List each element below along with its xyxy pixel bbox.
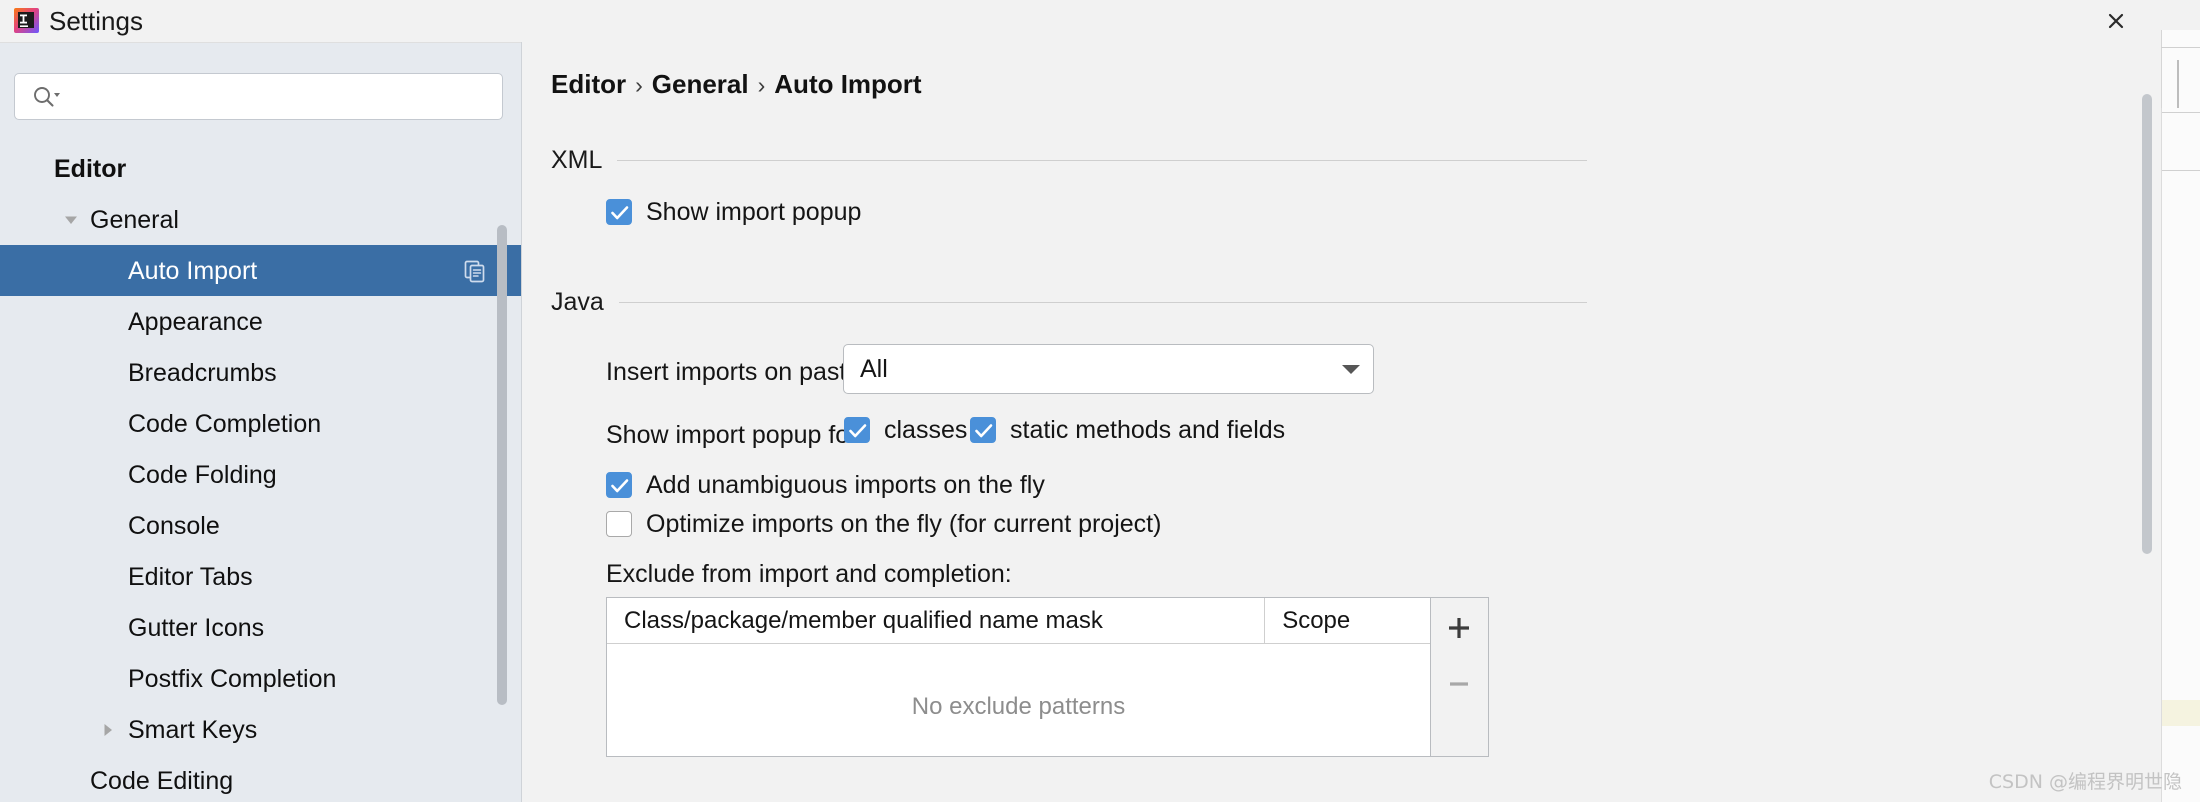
add-exclude-pattern-button[interactable]: [1431, 600, 1487, 656]
section-xml: XML: [551, 145, 1587, 175]
sidebar-item-code-completion[interactable]: Code Completion: [0, 398, 521, 449]
sidebar-item-label: Code Completion: [128, 409, 322, 438]
sidebar-item-label: Gutter Icons: [128, 613, 265, 642]
insert-imports-dropdown[interactable]: All: [843, 344, 1374, 394]
column-header-scope[interactable]: Scope: [1265, 598, 1430, 643]
background-editor-rule: [2161, 170, 2200, 171]
exclude-table-empty-text: No exclude patterns: [911, 693, 1126, 720]
remove-exclude-pattern-button[interactable]: [1431, 656, 1487, 712]
sidebar-item-code-folding[interactable]: Code Folding: [0, 449, 521, 500]
background-editor-caret: [2177, 60, 2179, 108]
breadcrumb-part[interactable]: General: [652, 69, 749, 99]
sidebar-item-label: Code Folding: [128, 460, 277, 489]
page-root: Settings Editor General Auto Import Appe…: [0, 0, 2200, 802]
checkbox-box: [606, 511, 632, 537]
sidebar-item-auto-import[interactable]: Auto Import: [0, 245, 521, 296]
sidebar-item-label: Editor Tabs: [128, 562, 253, 591]
sidebar-scrollbar-thumb[interactable]: [497, 225, 507, 705]
title-bar: Settings: [0, 0, 2161, 42]
checkbox-xml-show-import-popup[interactable]: Show import popup: [606, 197, 861, 227]
checkbox-box: [606, 472, 632, 498]
sidebar-item-code-editing[interactable]: Code Editing: [0, 755, 521, 802]
checkbox-box: [844, 417, 870, 443]
sidebar-item-label: General: [90, 205, 179, 234]
exclude-table-body: No exclude patterns: [607, 644, 1430, 756]
breadcrumb-separator: ›: [635, 72, 643, 98]
sidebar-item-label: Console: [128, 511, 220, 540]
sidebar-item-label: Smart Keys: [128, 715, 258, 744]
sidebar-item-editor-tabs[interactable]: Editor Tabs: [0, 551, 521, 602]
checkbox-label: static methods and fields: [1010, 416, 1286, 444]
breadcrumb-part[interactable]: Editor: [551, 69, 626, 99]
settings-tree: Editor General Auto Import Appearance Breadc…: [0, 143, 521, 802]
settings-sidebar: Editor General Auto Import Appearance Breadc…: [0, 42, 521, 802]
insert-imports-value: All: [860, 355, 888, 383]
label-insert-imports-on-paste: Insert imports on paste:: [606, 358, 868, 386]
breadcrumb: Editor › General › Auto Import: [551, 68, 922, 101]
settings-dialog: Settings Editor General Auto Import Appe…: [0, 0, 2161, 802]
sidebar-item-label: Auto Import: [128, 256, 258, 285]
sidebar-item-breadcrumbs[interactable]: Breadcrumbs: [0, 347, 521, 398]
sidebar-item-general[interactable]: General: [0, 194, 521, 245]
section-java-title: Java: [551, 288, 604, 316]
checkbox-add-unambiguous-imports[interactable]: Add unambiguous imports on the fly: [606, 470, 1045, 500]
checkbox-classes[interactable]: classes: [844, 415, 967, 445]
search-icon: [32, 85, 62, 109]
section-rule: [618, 301, 1587, 303]
section-java: Java: [551, 287, 1587, 317]
checkbox-box: [606, 199, 632, 225]
sidebar-item-label: Appearance: [128, 307, 263, 336]
checkbox-label: Add unambiguous imports on the fly: [646, 471, 1045, 499]
sidebar-item-label: Breadcrumbs: [128, 358, 277, 387]
breadcrumb-part[interactable]: Auto Import: [774, 69, 921, 99]
sidebar-item-label: Postfix Completion: [128, 664, 337, 693]
sidebar-item-smart-keys[interactable]: Smart Keys: [0, 704, 521, 755]
breadcrumb-separator: ›: [757, 72, 766, 98]
sidebar-item-gutter-icons[interactable]: Gutter Icons: [0, 602, 521, 653]
copy-icon[interactable]: [462, 258, 488, 284]
window-title: Settings: [49, 6, 143, 36]
search-box[interactable]: [14, 73, 503, 120]
checkbox-label: Optimize imports on the fly (for current…: [646, 510, 1162, 538]
checkbox-static-methods-and-fields[interactable]: static methods and fields: [970, 415, 1285, 445]
label-show-import-popup-for: Show import popup for:: [606, 421, 865, 449]
exclude-table: Class/package/member qualified name mask…: [606, 597, 1431, 757]
settings-content: Editor › General › Auto Import XML Show impo…: [522, 42, 2161, 802]
content-scrollbar[interactable]: [2142, 94, 2152, 554]
intellij-idea-logo-icon: [14, 8, 39, 33]
checkbox-label: classes: [884, 416, 968, 444]
sidebar-item-postfix-completion[interactable]: Postfix Completion: [0, 653, 521, 704]
sidebar-item-label: Code Editing: [90, 766, 234, 795]
chevron-down-icon: [1329, 362, 1373, 376]
checkbox-label: Show import popup: [646, 198, 862, 226]
chevron-down-icon[interactable]: [58, 207, 84, 233]
search-input[interactable]: [67, 75, 497, 118]
watermark: CSDN @编程界明世隐: [1988, 771, 2182, 793]
sidebar-item-appearance[interactable]: Appearance: [0, 296, 521, 347]
chevron-right-icon[interactable]: [95, 717, 121, 743]
sidebar-item-label: Editor: [54, 154, 127, 183]
sidebar-item-console[interactable]: Console: [0, 500, 521, 551]
background-editor-highlight: [2162, 700, 2200, 726]
close-icon[interactable]: [2099, 5, 2133, 37]
checkbox-optimize-imports[interactable]: Optimize imports on the fly (for current…: [606, 509, 1161, 539]
exclude-table-toolbar: [1431, 597, 1489, 757]
background-editor-rule: [2161, 112, 2200, 113]
section-rule: [617, 159, 1587, 161]
background-editor-area: [2161, 0, 2200, 802]
section-xml-title: XML: [551, 146, 603, 174]
column-header-name-mask[interactable]: Class/package/member qualified name mask: [607, 598, 1266, 643]
background-editor-top: [2161, 0, 2200, 30]
label-exclude-from-import: Exclude from import and completion:: [606, 560, 1012, 588]
checkbox-box: [970, 417, 996, 443]
background-editor-rule: [2161, 47, 2200, 48]
exclude-table-header: Class/package/member qualified name mask…: [607, 598, 1430, 644]
sidebar-item-editor[interactable]: Editor: [0, 143, 521, 194]
